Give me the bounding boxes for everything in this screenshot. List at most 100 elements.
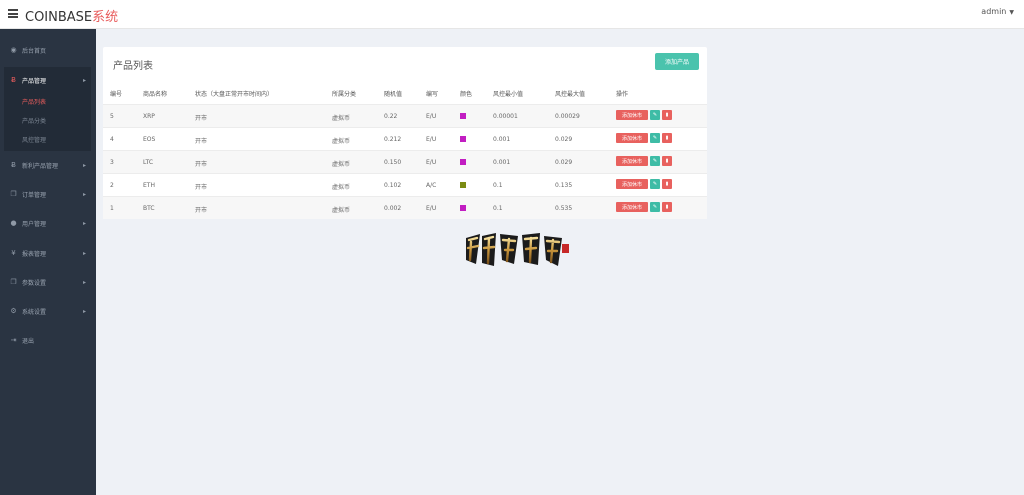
table-row: 2 ETH 开市 虚拟币 0.102 A/C 0.1 0.135 添加休市 ✎ ▮ — [103, 173, 707, 196]
color-swatch — [460, 113, 466, 119]
cell-risk-min: 0.00001 — [493, 113, 518, 120]
chevron-right-icon: ▸ — [82, 249, 86, 257]
color-swatch — [460, 205, 466, 211]
submenu-item-product-category[interactable]: 产品分类 — [22, 116, 46, 125]
sidebar-item-users[interactable]: ● 用户管理 ▸ — [0, 211, 96, 235]
cell-status: 开市 — [195, 184, 208, 191]
cell-id: 1 — [110, 205, 114, 212]
sidebar-item-parameters[interactable]: ❐ 参数设置 ▸ — [0, 270, 96, 294]
chevron-right-icon: ▸ — [82, 161, 86, 169]
sidebar-item-dashboard[interactable]: ◉ 后台首页 — [0, 38, 96, 62]
cell-risk-min: 0.001 — [493, 136, 511, 143]
pencil-icon[interactable]: ✎ — [650, 179, 660, 189]
sidebar-item-label: 产品管理 — [22, 77, 47, 85]
brand-suffix: 系统 — [92, 10, 119, 25]
market-close-button[interactable]: 添加休市 — [616, 156, 648, 166]
market-close-button[interactable]: 添加休市 — [616, 133, 648, 143]
sidebar-item-logout[interactable]: ⇥ 退出 — [0, 328, 96, 352]
sidebar-item-reports[interactable]: ¥ 报表管理 ▸ — [0, 241, 96, 265]
cell-risk-max: 0.00029 — [555, 113, 580, 120]
cell-category: 虚拟币 — [332, 207, 351, 214]
market-close-button[interactable]: 添加休市 — [616, 179, 648, 189]
row-actions: 添加休市 ✎ ▮ — [616, 156, 672, 166]
trash-icon[interactable]: ▮ — [662, 202, 672, 212]
cell-random: 0.002 — [384, 205, 402, 212]
cell-risk-max: 0.029 — [555, 136, 573, 143]
chevron-down-icon: ▼ — [1009, 9, 1014, 16]
cell-name: EOS — [143, 136, 156, 143]
sidebar-item-new-products[interactable]: Ƀ 新利产品管理 ▸ — [0, 153, 96, 177]
cell-code: E/U — [426, 113, 437, 120]
row-actions: 添加休市 ✎ ▮ — [616, 133, 672, 143]
cell-random: 0.22 — [384, 113, 398, 120]
sidebar-item-label: 系统设置 — [22, 308, 47, 316]
cell-name: ETH — [143, 182, 155, 189]
column-header-color: 颜色 — [460, 91, 473, 98]
cell-category: 虚拟币 — [332, 115, 351, 122]
chevron-right-icon: ▸ — [82, 278, 86, 286]
chevron-right-icon: ▸ — [82, 190, 86, 198]
brand-name: COINBASE — [25, 10, 93, 25]
trash-icon[interactable]: ▮ — [662, 179, 672, 189]
cell-id: 4 — [110, 136, 114, 143]
cell-random: 0.150 — [384, 159, 402, 166]
column-header-risk-max: 风控最大值 — [555, 91, 586, 98]
color-swatch — [460, 136, 466, 142]
yen-icon: ¥ — [11, 249, 16, 257]
table-row: 3 LTC 开市 虚拟币 0.150 E/U 0.001 0.029 添加休市 ✎ ▮ — [103, 150, 707, 173]
dashboard-icon: ◉ — [10, 46, 17, 54]
column-header-category: 所属分类 — [332, 91, 357, 98]
cell-id: 2 — [110, 182, 114, 189]
trash-icon[interactable]: ▮ — [662, 156, 672, 166]
column-header-id: 编号 — [110, 91, 123, 98]
bitcoin-icon: Ƀ — [11, 161, 16, 169]
table-row: 1 BTC 开市 虚拟币 0.002 E/U 0.1 0.535 添加休市 ✎ ▮ — [103, 196, 707, 219]
pencil-icon[interactable]: ✎ — [650, 133, 660, 143]
pencil-icon[interactable]: ✎ — [650, 202, 660, 212]
sidebar-item-products[interactable]: Ƀ 产品管理 ▸ — [0, 68, 96, 92]
user-menu[interactable]: admin ▼ — [981, 7, 1014, 16]
trash-icon[interactable]: ▮ — [662, 133, 672, 143]
cell-random: 0.102 — [384, 182, 402, 189]
sidebar-item-label: 用户管理 — [22, 220, 47, 228]
app-title: COINBASE系统 — [25, 6, 118, 25]
cell-category: 虚拟币 — [332, 138, 351, 145]
column-header-actions: 操作 — [616, 91, 629, 98]
cell-name: XRP — [143, 113, 155, 120]
sign-out-icon: ⇥ — [10, 336, 17, 344]
page-title: 产品列表 — [113, 61, 153, 72]
row-actions: 添加休市 ✎ ▮ — [616, 179, 672, 189]
cell-name: BTC — [143, 205, 155, 212]
pencil-icon[interactable]: ✎ — [650, 110, 660, 120]
menu-toggle-icon[interactable] — [8, 9, 18, 18]
bitcoin-icon: Ƀ — [11, 76, 16, 84]
row-actions: 添加休市 ✎ ▮ — [616, 110, 672, 120]
sidebar-item-label: 订单管理 — [22, 191, 47, 199]
cell-risk-max: 0.029 — [555, 159, 573, 166]
cell-risk-max: 0.135 — [555, 182, 573, 189]
row-actions: 添加休市 ✎ ▮ — [616, 202, 672, 212]
cell-status: 开市 — [195, 115, 208, 122]
trash-icon[interactable]: ▮ — [662, 110, 672, 120]
sidebar-item-label: 后台首页 — [22, 47, 47, 55]
cell-code: E/U — [426, 159, 437, 166]
chevron-right-icon: ▸ — [82, 76, 86, 84]
submenu-item-product-list[interactable]: 产品列表 — [22, 97, 46, 106]
sidebar: ◉ 后台首页 Ƀ 产品管理 ▸ 产品列表 产品分类 风控管理 Ƀ 新利产品管理 … — [0, 29, 96, 495]
cell-status: 开市 — [195, 161, 208, 168]
sidebar-item-label: 退出 — [22, 337, 35, 345]
submenu-item-risk-control[interactable]: 风控管理 — [22, 135, 46, 144]
column-header-status: 状态（大盘正常开市时间内） — [195, 91, 274, 98]
market-close-button[interactable]: 添加休市 — [616, 202, 648, 212]
sidebar-item-orders[interactable]: ❐ 订单管理 ▸ — [0, 182, 96, 206]
cell-code: E/U — [426, 205, 437, 212]
cell-random: 0.212 — [384, 136, 402, 143]
add-product-button[interactable]: 添加产品 — [655, 53, 699, 70]
table-row: 4 EOS 开市 虚拟币 0.212 E/U 0.001 0.029 添加休市 ✎ ▮ — [103, 127, 707, 150]
market-close-button[interactable]: 添加休市 — [616, 110, 648, 120]
sidebar-item-system[interactable]: ⚙ 系统设置 ▸ — [0, 299, 96, 323]
pencil-icon[interactable]: ✎ — [650, 156, 660, 166]
cell-risk-max: 0.535 — [555, 205, 573, 212]
cell-category: 虚拟币 — [332, 184, 351, 191]
cell-risk-min: 0.1 — [493, 182, 503, 189]
